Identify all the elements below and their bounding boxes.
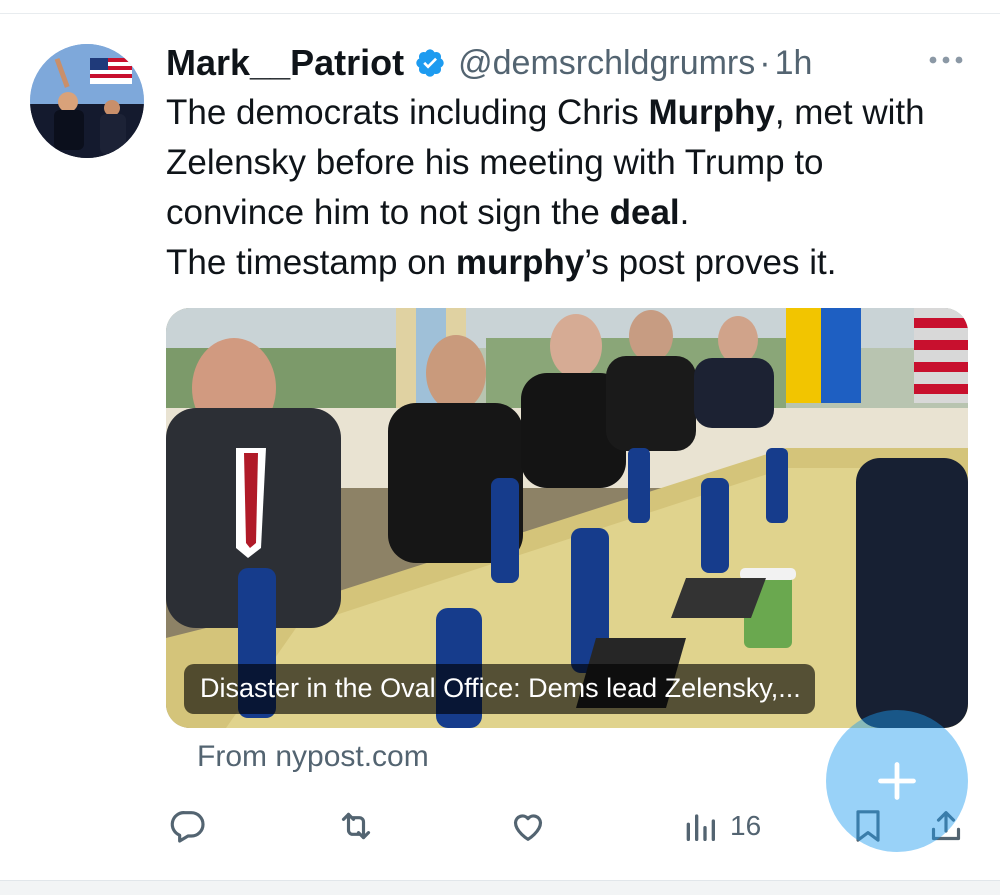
reply-icon <box>170 811 205 843</box>
link-card[interactable]: Disaster in the Oval Office: Dems lead Z… <box>166 308 968 728</box>
compose-button[interactable] <box>826 710 968 852</box>
plus-icon <box>878 762 916 800</box>
reply-button[interactable] <box>168 796 208 856</box>
avatar[interactable] <box>30 44 144 158</box>
tweet-text-bold: murphy <box>455 243 585 282</box>
card-source[interactable]: From nypost.com <box>197 740 429 774</box>
flag-shape <box>90 58 132 84</box>
top-divider <box>0 13 1000 14</box>
tweet-text-bold: Murphy <box>648 93 775 132</box>
like-button[interactable] <box>508 796 548 856</box>
tweet-text-bold: deal <box>609 193 680 232</box>
views-count: 16 <box>730 810 762 841</box>
tweet-text-span: ’s post proves it. <box>584 243 837 282</box>
display-name[interactable]: Mark__Patriot <box>166 42 404 84</box>
avatar-photo <box>30 44 144 158</box>
retweet-icon <box>341 812 371 840</box>
bottom-edge <box>0 880 1000 895</box>
views-button[interactable]: 16 <box>680 796 761 856</box>
tweet-text: The democrats including Chris Murphy, me… <box>166 88 956 288</box>
separator-dot: · <box>759 43 771 82</box>
tweet-text-span: The democrats including Chris <box>166 93 649 132</box>
views-icon <box>686 814 715 841</box>
verified-badge-icon <box>416 49 444 77</box>
card-headline: Disaster in the Oval Office: Dems lead Z… <box>184 664 815 714</box>
retweet-button[interactable] <box>336 796 376 856</box>
tweet-text-span: . <box>679 193 690 232</box>
tweet-header: Mark__Patriot @demsrchldgrumrs · 1h <box>166 40 812 86</box>
more-icon[interactable] <box>928 54 964 66</box>
tweet-text-span: The timestamp on <box>166 243 456 282</box>
post-time[interactable]: 1h <box>775 44 813 83</box>
like-icon <box>513 814 543 841</box>
user-handle[interactable]: @demsrchldgrumrs <box>458 44 755 83</box>
